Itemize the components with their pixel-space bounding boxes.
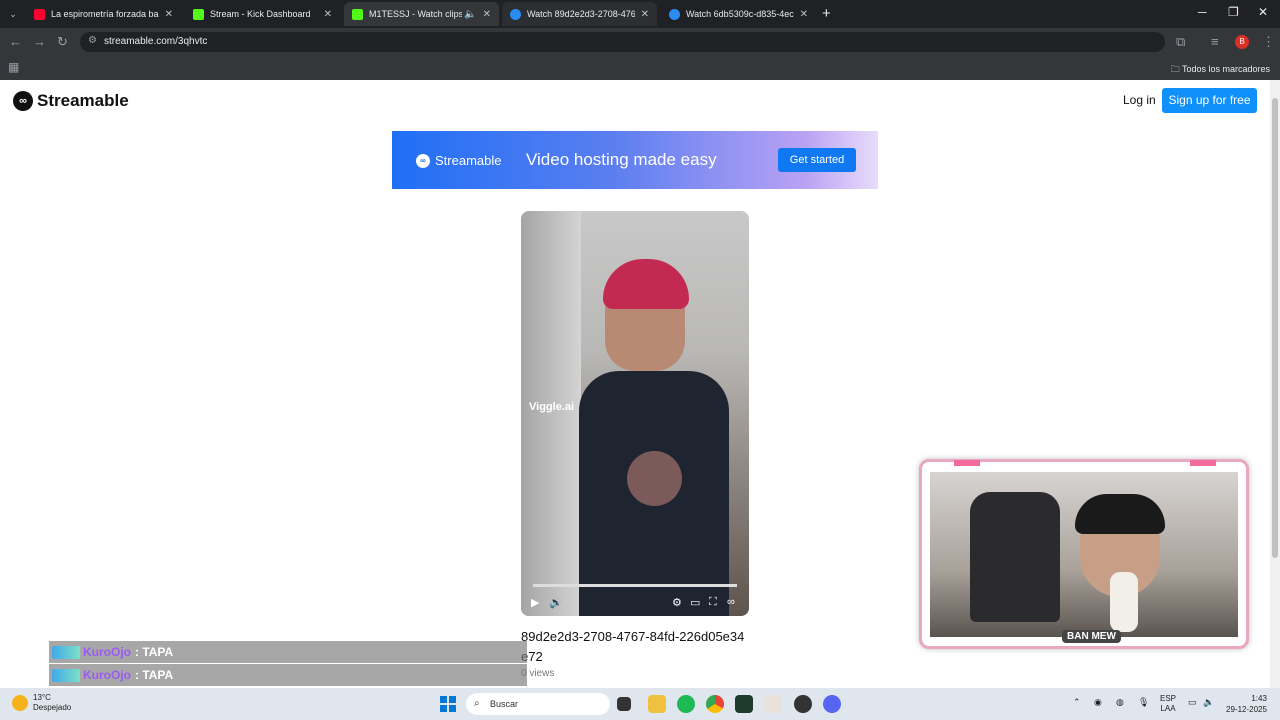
banner-logo: ∞ Streamable xyxy=(416,153,501,168)
get-started-button[interactable]: Get started xyxy=(778,148,856,172)
media-control-icon[interactable]: ≡ xyxy=(1211,34,1219,49)
address-bar[interactable]: ⚙ streamable.com/3qhvtc xyxy=(80,32,1165,52)
streamable-page: ∞ Streamable Log in Sign up for free ∞ S… xyxy=(0,80,1280,688)
tab-streamable-1[interactable]: Watch 89d2e2d3-2708-4767-8 ✕ xyxy=(502,2,657,26)
streamable-logo-icon: ∞ xyxy=(416,153,430,168)
weather-icon xyxy=(12,695,28,711)
maximize-icon[interactable]: ❐ xyxy=(1228,5,1239,19)
banner-tagline: Video hosting made easy xyxy=(526,150,717,169)
close-tab-icon[interactable]: ✕ xyxy=(483,9,491,20)
play-icon[interactable]: ▶ xyxy=(531,596,539,609)
app-icon[interactable] xyxy=(735,695,753,713)
chat-message: KuroOjo : TAPA xyxy=(49,641,527,663)
apps-grid-icon[interactable]: ▦ xyxy=(8,60,19,74)
close-tab-icon[interactable]: ✕ xyxy=(800,9,808,20)
close-tab-icon[interactable]: ✕ xyxy=(324,9,332,20)
tray-app-icon[interactable]: ◍ xyxy=(1116,697,1124,708)
kick-icon xyxy=(352,8,363,20)
search-icon: ⌕ xyxy=(474,698,480,709)
kick-icon xyxy=(193,8,204,20)
close-tab-icon[interactable]: ✕ xyxy=(641,9,649,20)
tray-overflow-icon[interactable]: ⌃ xyxy=(1073,697,1081,708)
task-view-icon[interactable] xyxy=(617,697,631,711)
volume-icon[interactable]: 🔊 xyxy=(549,596,563,609)
extensions-icon[interactable]: ⧉ xyxy=(1176,34,1185,50)
windows-taskbar: 13°C Despejado ⌕ Buscar ⌃ ◉ ◍ 🎙 ESP LAA ▭ … xyxy=(0,688,1280,720)
url-text: streamable.com/3qhvtc xyxy=(104,36,208,47)
badge-emote-icon xyxy=(52,668,80,682)
chat-message: KuroOjo : TAPA xyxy=(49,664,527,686)
tab-search-dropdown-icon[interactable]: ⌄ xyxy=(5,6,21,22)
browser-tab-strip: ⌄ La espirometría forzada basal y ✕ Stre… xyxy=(0,0,1280,28)
youtube-icon xyxy=(34,8,45,20)
picture-in-picture-icon[interactable]: ▭ xyxy=(690,596,700,609)
speaker-icon[interactable]: 🔈 xyxy=(464,9,476,20)
spotify-icon[interactable] xyxy=(677,695,695,713)
volume-tray-icon[interactable]: 🔈 xyxy=(1203,697,1214,708)
taskbar-clock[interactable]: 1:43 29-12-2025 xyxy=(1226,693,1267,715)
video-player[interactable]: Viggle.ai ▶ 🔊 ⚙ ▭ ⛶ ∞ xyxy=(521,211,749,616)
streamable-logo[interactable]: ∞ Streamable xyxy=(13,91,129,111)
language-indicator[interactable]: ESP LAA xyxy=(1160,694,1176,714)
microphone-icon xyxy=(1110,572,1138,632)
all-bookmarks[interactable]: 🗀 Todos los marcadores xyxy=(1171,62,1270,78)
weather-widget[interactable]: 13°C Despejado xyxy=(12,693,71,713)
video-progress-bar[interactable] xyxy=(533,584,737,587)
tray-app-icon[interactable]: ◉ xyxy=(1094,697,1102,708)
start-button[interactable] xyxy=(440,696,456,712)
streamable-logo-icon: ∞ xyxy=(13,91,33,111)
video-subject xyxy=(579,251,729,616)
webcam-logo: BAN MEW xyxy=(1062,630,1121,643)
back-icon[interactable]: ← xyxy=(9,34,22,49)
discord-icon[interactable] xyxy=(823,695,841,713)
close-tab-icon[interactable]: ✕ xyxy=(165,9,173,20)
badge-emote-icon xyxy=(52,645,80,659)
video-watermark: Viggle.ai xyxy=(529,401,575,413)
tab-youtube[interactable]: La espirometría forzada basal y ✕ xyxy=(26,2,181,26)
close-window-icon[interactable]: ✕ xyxy=(1258,5,1268,19)
bookmarks-bar: ▦ 🗀 Todos los marcadores xyxy=(0,56,1280,80)
profile-avatar[interactable]: B xyxy=(1235,35,1249,49)
video-title: 89d2e2d3-2708-4767-84fd-226d05e34e72 xyxy=(521,629,745,664)
menu-icon[interactable]: ⋮ xyxy=(1262,34,1275,50)
streamable-icon xyxy=(510,8,521,20)
forward-icon[interactable]: → xyxy=(33,34,46,49)
file-explorer-icon[interactable] xyxy=(648,695,666,713)
promo-banner[interactable]: ∞ Streamable Video hosting made easy Get… xyxy=(392,131,878,189)
tab-streamable-2[interactable]: Watch 6db5309c-d835-4ecd-a ✕ xyxy=(661,2,816,26)
minimize-icon[interactable]: ─ xyxy=(1198,5,1207,19)
webcam-overlay: BAN MEW xyxy=(919,459,1249,649)
streamable-logo-icon[interactable]: ∞ xyxy=(727,596,735,608)
fullscreen-icon[interactable]: ⛶ xyxy=(709,596,717,609)
tab-kick-clips[interactable]: M1TESSJ - Watch clips on K 🔈 ✕ xyxy=(344,2,499,26)
app-icon[interactable] xyxy=(764,695,782,713)
folder-icon: 🗀 xyxy=(1170,64,1182,74)
signup-button[interactable]: Sign up for free xyxy=(1162,88,1257,113)
login-link[interactable]: Log in xyxy=(1123,93,1156,107)
streamable-icon xyxy=(669,8,680,20)
video-frame-background xyxy=(521,211,581,616)
webcam-feed xyxy=(930,472,1238,637)
new-tab-icon[interactable]: + xyxy=(822,5,831,22)
taskbar-search[interactable]: ⌕ Buscar xyxy=(466,693,610,715)
chrome-icon[interactable] xyxy=(706,695,724,713)
page-scrollbar[interactable] xyxy=(1270,80,1280,688)
scrollbar-thumb[interactable] xyxy=(1272,98,1278,558)
obs-icon[interactable] xyxy=(794,695,812,713)
network-icon[interactable]: ▭ xyxy=(1188,697,1197,708)
settings-gear-icon[interactable]: ⚙ xyxy=(672,596,682,609)
microphone-tray-icon[interactable]: 🎙 xyxy=(1138,697,1149,708)
video-controls: ▶ 🔊 ⚙ ▭ ⛶ ∞ xyxy=(521,591,749,616)
site-info-icon[interactable]: ⚙ xyxy=(88,35,97,46)
reload-icon[interactable]: ↻ xyxy=(57,34,68,50)
tab-kick-dashboard[interactable]: Stream - Kick Dashboard ✕ xyxy=(185,2,340,26)
